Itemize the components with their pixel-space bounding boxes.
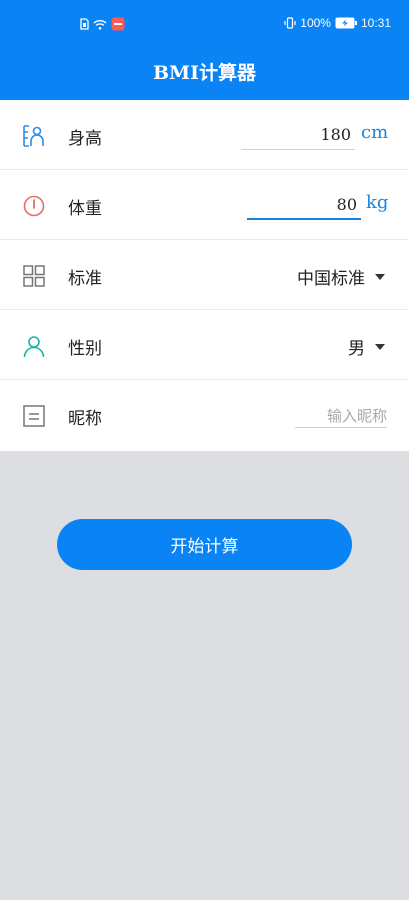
standard-row[interactable]: 标准 中国标准 <box>0 240 409 310</box>
standard-select[interactable]: 中国标准 <box>297 264 385 289</box>
dropdown-arrow-icon <box>375 273 385 280</box>
page-title: BMI计算器 <box>153 62 256 84</box>
nickname-row: 昵称 <box>0 380 409 450</box>
battery-percent: 100% <box>300 16 331 30</box>
status-left-icons <box>80 17 125 31</box>
person-icon <box>23 336 45 358</box>
dropdown-arrow-icon <box>375 343 385 350</box>
weight-unit: kg <box>366 192 389 213</box>
nickname-input[interactable] <box>295 404 387 428</box>
start-calculate-button[interactable]: 开始计算 <box>57 519 352 570</box>
height-input[interactable]: 180 <box>241 122 355 150</box>
status-bar: 100% 10:31 <box>0 0 409 48</box>
app-bar: BMI计算器 <box>0 48 409 100</box>
standard-value: 中国标准 <box>297 269 365 289</box>
height-label: 身高 <box>68 129 102 149</box>
gender-row[interactable]: 性别 男 <box>0 310 409 380</box>
weight-label: 体重 <box>68 199 102 219</box>
standard-label: 标准 <box>68 269 102 289</box>
grid-icon <box>23 265 45 287</box>
clock: 10:31 <box>360 16 391 30</box>
nickname-label: 昵称 <box>68 409 102 429</box>
battery-icon <box>335 17 357 29</box>
weight-row: 体重 80 kg <box>0 170 409 240</box>
height-row: 身高 180 cm <box>0 100 409 170</box>
sim-icon <box>80 18 89 30</box>
weight-input[interactable]: 80 <box>247 192 361 220</box>
wifi-icon <box>93 19 107 30</box>
note-icon <box>23 405 45 427</box>
notification-app-icon <box>111 17 125 31</box>
height-unit: cm <box>361 122 389 143</box>
bmi-form: 身高 180 cm 体重 80 kg 标准 中国标准 性别 男 昵称 <box>0 100 409 451</box>
gender-value: 男 <box>348 339 365 359</box>
height-person-icon <box>23 125 44 147</box>
gender-select[interactable]: 男 <box>348 334 385 359</box>
gender-label: 性别 <box>68 339 102 359</box>
vibrate-icon <box>284 17 296 29</box>
status-right: 100% 10:31 <box>284 16 391 30</box>
gauge-icon <box>23 195 45 217</box>
